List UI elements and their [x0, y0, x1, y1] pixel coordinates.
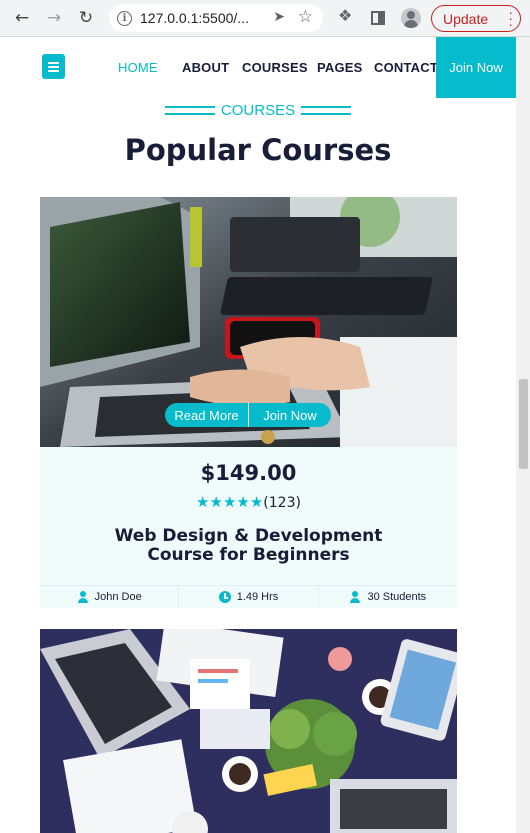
site-navbar: HOME ABOUT COURSES PAGES CONTACT Join No…	[0, 37, 516, 98]
course-image-desk	[40, 629, 457, 833]
update-button[interactable]: Update · · ·	[431, 5, 521, 32]
info-icon[interactable]: i	[117, 10, 132, 26]
section-title: Popular Courses	[124, 133, 392, 167]
course-info: $149.00 ★★★★★(123) Web Design & Developm…	[40, 447, 457, 585]
instructor-name: John Doe	[94, 591, 142, 603]
course-rating: ★★★★★(123)	[40, 493, 457, 511]
star-icon[interactable]: ☆	[298, 7, 313, 27]
join-now-card-button[interactable]: Join Now	[249, 403, 331, 427]
puzzle-icon[interactable]: ❖	[338, 6, 352, 25]
user-icon	[77, 591, 89, 603]
send-icon[interactable]: ➤	[273, 9, 285, 25]
course-meta: John Doe 1.49 Hrs 30 Students	[40, 585, 457, 608]
read-more-button[interactable]: Read More	[165, 403, 249, 427]
forward-arrow-icon[interactable]: →	[41, 5, 67, 31]
update-label: Update	[443, 10, 489, 27]
page-scrollbar[interactable]	[516, 37, 530, 833]
course-title-line2: Course for Beginners	[147, 545, 350, 565]
url-text[interactable]: 127.0.0.1:5500/...	[140, 10, 249, 26]
course-card: Read More Join Now $149.00 ★★★★★(123) We…	[40, 197, 457, 608]
nav-home[interactable]: HOME	[118, 60, 158, 75]
course-image-laptop: Read More Join Now	[40, 197, 457, 447]
join-now-nav-button[interactable]: Join Now	[436, 37, 516, 98]
side-panel-icon[interactable]	[371, 11, 385, 25]
course-title[interactable]: Web Design & Development Course for Begi…	[80, 527, 417, 565]
card-action-buttons: Read More Join Now	[165, 403, 331, 427]
address-bar[interactable]: i 127.0.0.1:5500/... ➤ ☆	[109, 4, 323, 32]
tag-decoration-right	[301, 106, 351, 115]
duration-text: 1.49 Hrs	[236, 591, 279, 603]
profile-icon[interactable]	[401, 8, 421, 28]
nav-pages[interactable]: PAGES	[317, 60, 363, 75]
course-instructor: John Doe	[40, 586, 180, 608]
students-text: 30 Students	[367, 591, 427, 603]
browser-toolbar: ← → ↻ i 127.0.0.1:5500/... ➤ ☆ ❖ Update …	[0, 0, 530, 37]
nav-courses[interactable]: COURSES	[242, 60, 308, 75]
nav-about[interactable]: ABOUT	[182, 60, 229, 75]
book-logo-icon[interactable]	[42, 54, 65, 79]
star-rating-icon: ★★★★★	[196, 493, 264, 511]
user-icon	[349, 591, 361, 603]
section-tag: COURSES	[220, 102, 296, 119]
reload-icon[interactable]: ↻	[73, 5, 99, 31]
course-price: $149.00	[200, 461, 297, 485]
course-title-line1: Web Design & Development	[114, 526, 383, 546]
back-arrow-icon[interactable]: ←	[9, 5, 35, 31]
rating-count: (123)	[263, 495, 301, 511]
nav-contact[interactable]: CONTACT	[374, 60, 438, 75]
more-menu-icon: · · ·	[508, 4, 513, 32]
course-students: 30 Students	[319, 586, 457, 608]
page-viewport: HOME ABOUT COURSES PAGES CONTACT Join No…	[0, 37, 530, 833]
clock-icon	[218, 591, 231, 603]
course-duration: 1.49 Hrs	[179, 586, 319, 608]
scrollbar-thumb[interactable]	[519, 379, 528, 469]
